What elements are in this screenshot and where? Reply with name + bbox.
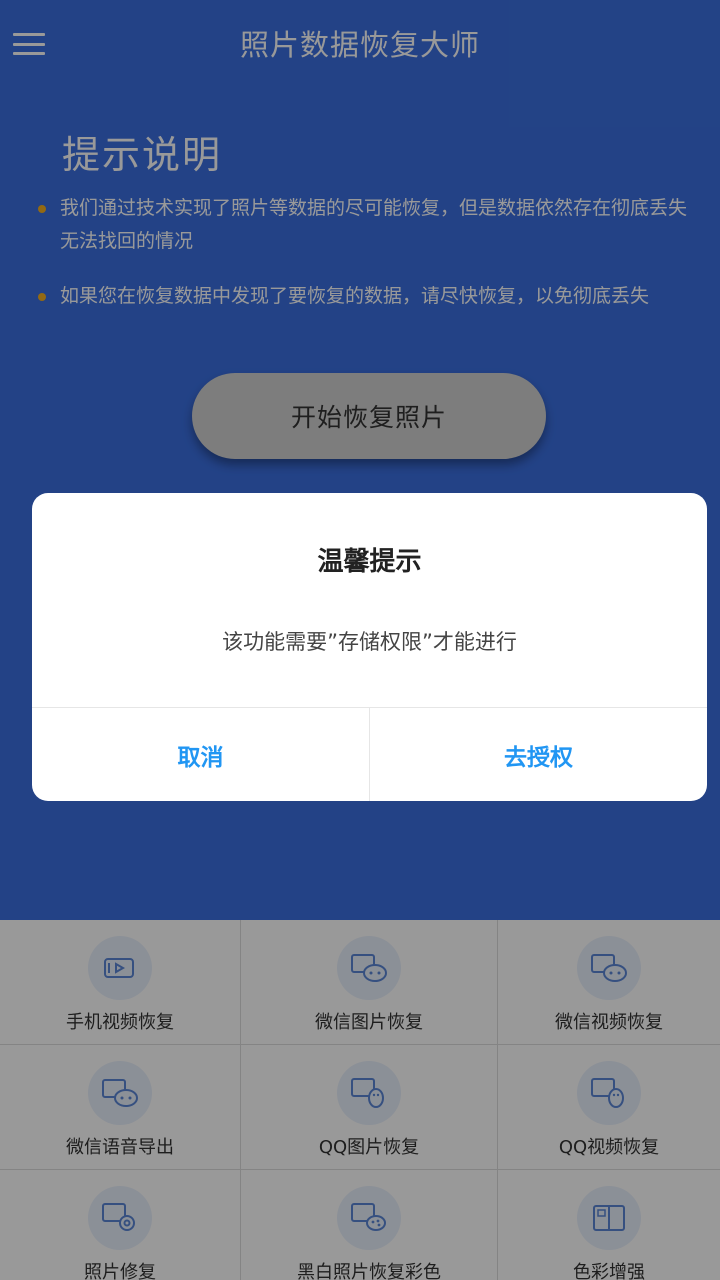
permission-dialog: 温馨提示 该功能需要”存储权限”才能进行 取消 去授权 <box>32 493 707 801</box>
dialog-message: 该功能需要”存储权限”才能进行 <box>222 630 517 654</box>
dialog-title: 温馨提示 <box>317 547 422 577</box>
cancel-button[interactable]: 取消 <box>32 708 369 801</box>
authorize-button[interactable]: 去授权 <box>370 708 707 801</box>
